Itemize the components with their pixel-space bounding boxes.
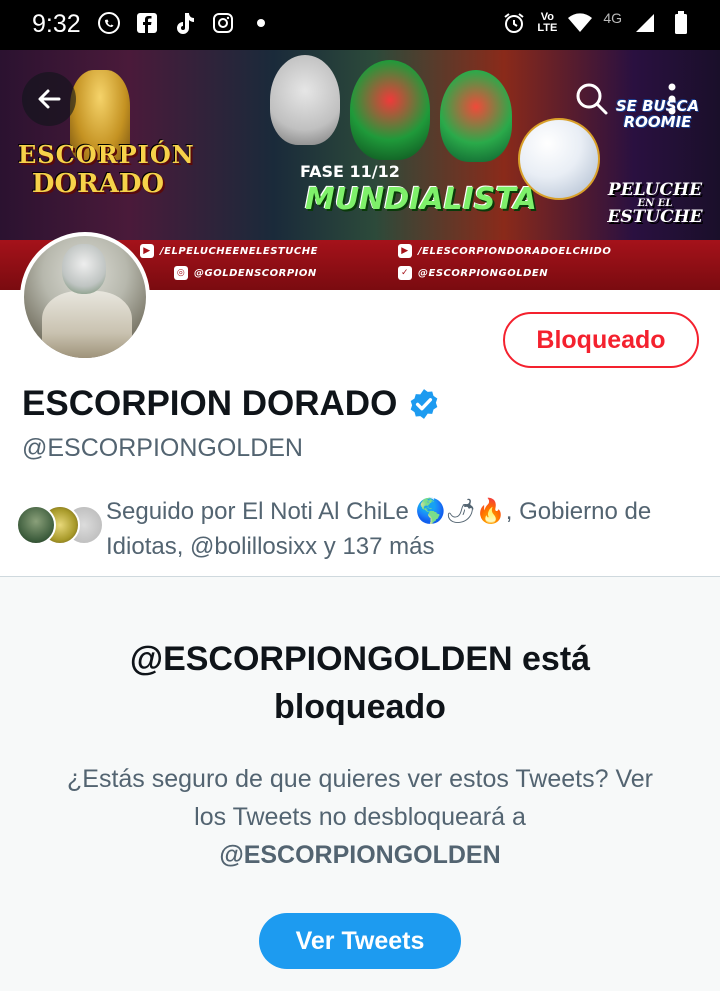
profile-name-row: ESCORPION DORADO (22, 384, 441, 424)
social-handle-item: ▶/ELPELUCHEENELESTUCHE (140, 244, 318, 258)
more-options-button[interactable] (645, 72, 699, 126)
search-button[interactable] (565, 72, 619, 126)
mutual-followers-avatars[interactable] (16, 505, 104, 549)
instagram-icon: ◎ (174, 266, 188, 280)
youtube-icon: ▶ (398, 244, 412, 258)
blocked-title: @ESCORPIONGOLDEN está bloqueado (129, 640, 591, 726)
search-icon (576, 83, 608, 115)
mundialista-text: MUNDIALISTA (305, 182, 537, 217)
signal-icon (632, 10, 658, 36)
more-vertical-icon (668, 83, 676, 115)
notification-icons (96, 10, 274, 36)
youtube-icon: ▶ (140, 244, 154, 258)
profile-avatar[interactable] (20, 232, 150, 362)
battery-icon (668, 10, 694, 36)
wifi-icon (567, 10, 593, 36)
arrow-left-icon (38, 89, 61, 109)
social-handles: ▶/ELPELUCHEENELESTUCHE ▶/ELESCORPIONDORA… (140, 242, 611, 288)
avatar (16, 505, 56, 545)
blocked-button[interactable]: Bloqueado (503, 312, 699, 368)
soccer-ball-graphic (518, 118, 600, 200)
back-button[interactable] (22, 72, 76, 126)
status-bar: 9:32 Vo LTE 4G (0, 0, 720, 50)
banner-logo: ESCORPIÓN DORADO (18, 140, 195, 199)
tiktok-icon (172, 10, 198, 36)
peluche-logo: PELUCHE EN EL ESTUCHE (607, 180, 703, 227)
alarm-icon (501, 10, 527, 36)
status-time: 9:32 (32, 10, 81, 38)
instagram-icon (210, 10, 236, 36)
verified-badge-icon[interactable] (407, 387, 441, 421)
display-name: ESCORPION DORADO (22, 384, 398, 423)
blocked-description: ¿Estás seguro de que quieres ver estos T… (67, 765, 653, 869)
view-tweets-button[interactable]: Ver Tweets (259, 913, 461, 969)
dot-icon (248, 10, 274, 36)
social-handle-item: ▶/ELESCORPIONDORADOELCHIDO (398, 244, 611, 258)
network-type: 4G (603, 10, 622, 26)
blocked-notice: @ESCORPIONGOLDEN está bloqueado ¿Estás s… (0, 577, 720, 991)
volte-icon: Vo LTE (537, 11, 558, 34)
social-handle-item: ✓ @ESCORPIONGOLDEN (398, 266, 548, 280)
profile-handle: @ESCORPIONGOLDEN (22, 434, 303, 462)
followed-by-text[interactable]: Seguido por El Noti Al ChiLe 🌎🌶🔥, Gobier… (106, 494, 706, 564)
twitter-icon: ✓ (398, 266, 412, 280)
whatsapp-icon (96, 10, 122, 36)
system-icons: Vo LTE 4G (501, 10, 694, 36)
fase-text: FASE 11/12 (300, 162, 400, 181)
facebook-icon (134, 10, 160, 36)
social-handle-item: ◎ @GOLDENSCORPION (174, 266, 317, 280)
